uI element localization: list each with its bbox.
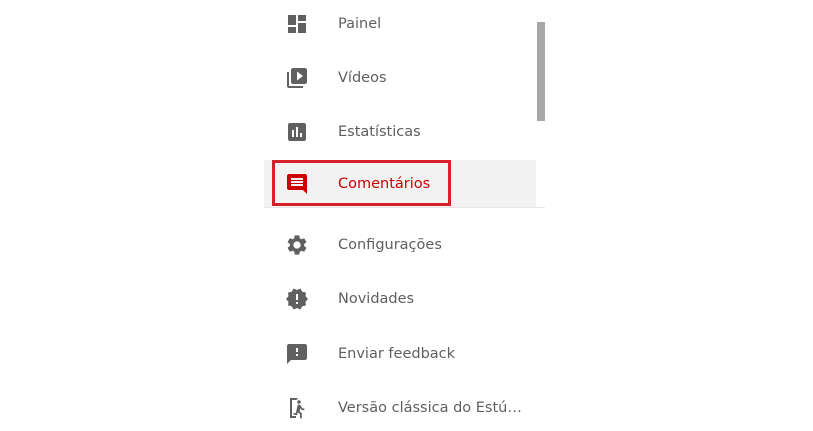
sidebar-item-videos[interactable]: Vídeos [264, 54, 536, 102]
video-library-icon [285, 66, 309, 90]
sidebar-item-label: Estatísticas [338, 124, 421, 140]
dashboard-icon [285, 12, 309, 36]
divider [264, 207, 545, 208]
feedback-icon [285, 342, 309, 366]
sidebar-item-label: Vídeos [338, 70, 387, 86]
exit-classic-icon [285, 396, 309, 420]
sidebar-item-label: Configurações [338, 237, 442, 253]
comment-icon [285, 172, 309, 196]
analytics-icon [285, 120, 309, 144]
scrollbar-thumb[interactable] [537, 22, 545, 121]
gear-icon [285, 233, 309, 257]
sidebar-nav: Painel Vídeos Estatísticas Comentários C… [264, 0, 545, 431]
sidebar-item-novidades[interactable]: Novidades [264, 275, 536, 323]
sidebar-item-estatisticas[interactable]: Estatísticas [264, 108, 536, 156]
sidebar-item-label: Enviar feedback [338, 346, 456, 362]
sidebar-item-configuracoes[interactable]: Configurações [264, 221, 536, 269]
sidebar-item-label: Novidades [338, 291, 415, 307]
sidebar-item-painel[interactable]: Painel [264, 0, 536, 48]
new-badge-icon [285, 287, 309, 311]
sidebar-item-label: Painel [338, 16, 382, 32]
sidebar-item-versao-classica[interactable]: Versão clássica do Estúd... [264, 384, 536, 431]
sidebar-item-label: Versão clássica do Estúd... [338, 400, 524, 416]
sidebar-item-comentarios[interactable]: Comentários [264, 160, 536, 208]
sidebar-item-enviar-feedback[interactable]: Enviar feedback [264, 330, 536, 378]
sidebar-item-label: Comentários [338, 176, 431, 192]
